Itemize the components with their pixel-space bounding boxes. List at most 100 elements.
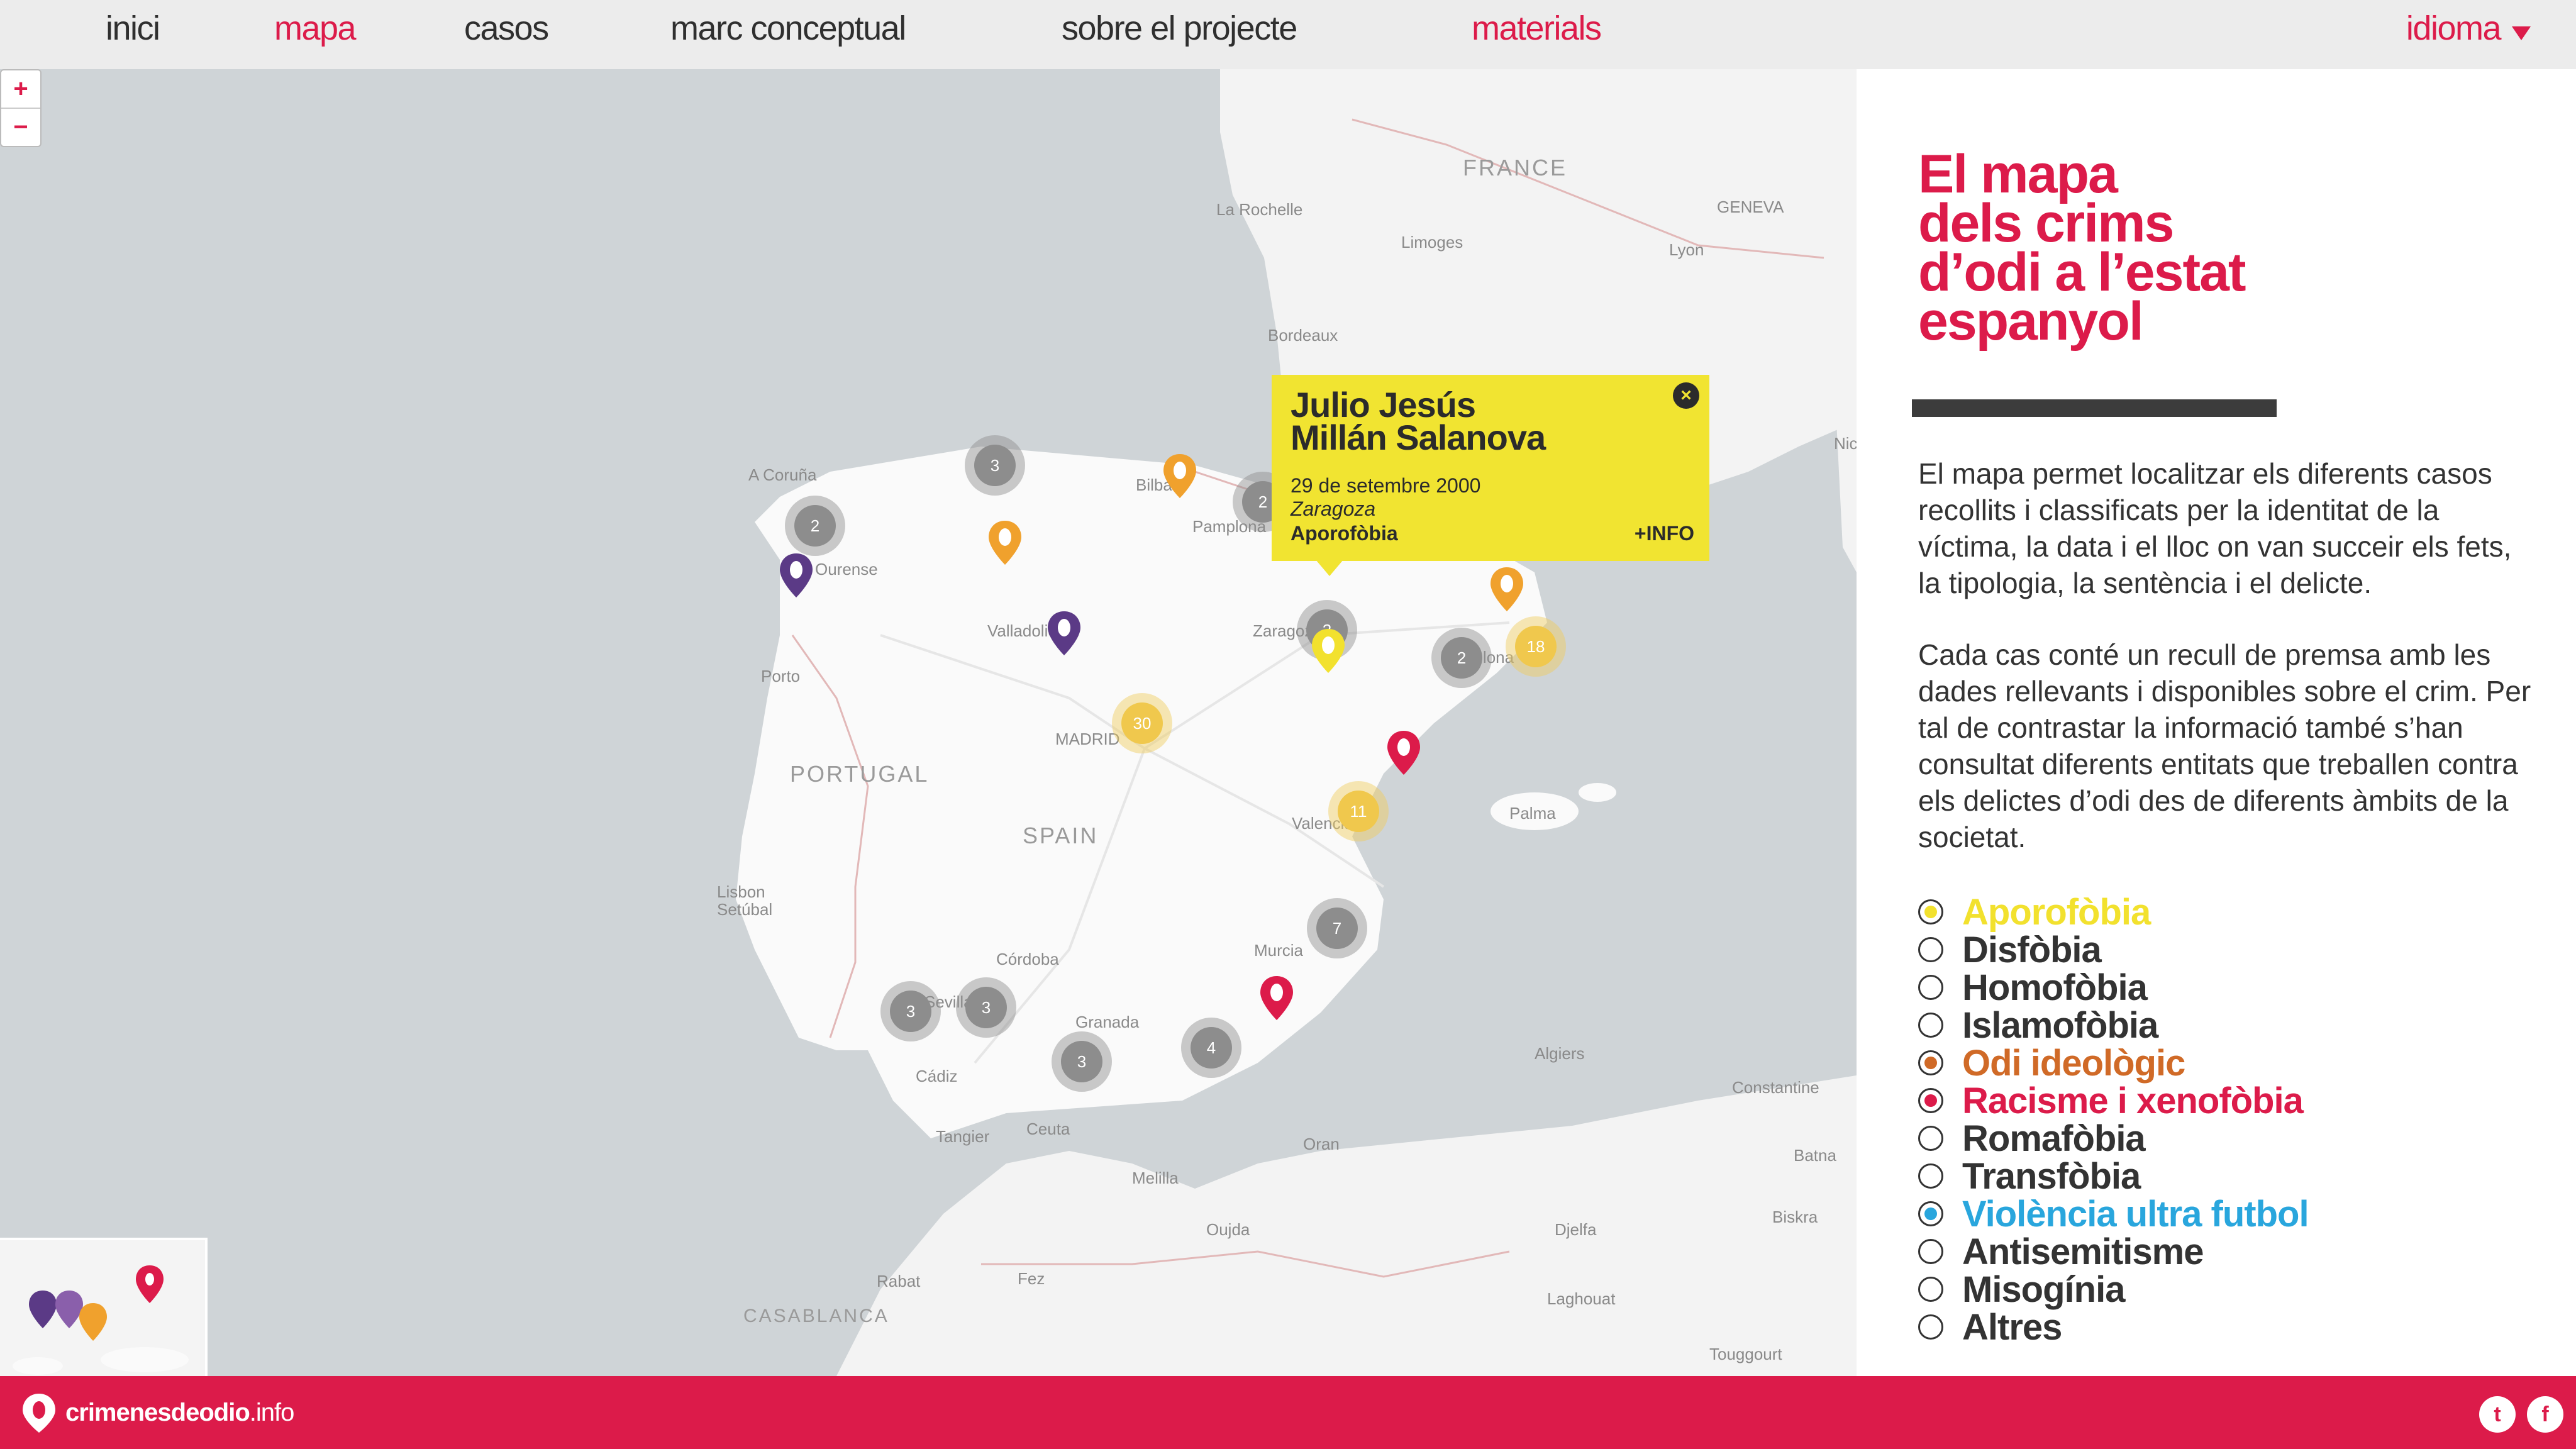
place-label: Ourense xyxy=(815,560,878,579)
filter-item[interactable]: Misogínia xyxy=(1918,1269,2309,1310)
zoom-in-button[interactable]: + xyxy=(1,70,40,108)
place-label: Nic xyxy=(1834,434,1857,453)
filter-item[interactable]: Racisme i xenofòbia xyxy=(1918,1080,2309,1121)
case-cluster[interactable]: 2 xyxy=(785,496,845,556)
case-cluster[interactable]: 18 xyxy=(1506,616,1566,677)
filter-item[interactable]: Altres xyxy=(1918,1307,2309,1348)
nav-item-materials[interactable]: materials xyxy=(1472,9,1602,48)
case-pin[interactable] xyxy=(1162,453,1197,501)
place-label: Bordeaux xyxy=(1268,326,1338,345)
site-logo[interactable]: crimenesdeodio.info xyxy=(65,1399,294,1427)
title-divider xyxy=(1912,399,2277,417)
filter-label: Misogínia xyxy=(1962,1269,2125,1310)
basemap xyxy=(736,69,1857,1376)
case-pin[interactable] xyxy=(1259,975,1294,1023)
place-label: Biskra xyxy=(1772,1208,1818,1226)
place-label: Rabat xyxy=(877,1272,921,1291)
radio-dot xyxy=(1924,1057,1937,1069)
map-canvas[interactable]: FRANCE PORTUGAL SPAIN MADRID La Rochelle… xyxy=(0,69,1857,1376)
case-pin[interactable] xyxy=(1046,610,1082,658)
nav-item-sobre-el-projecte[interactable]: sobre el projecte xyxy=(1062,9,1297,48)
filter-item[interactable]: Romafòbia xyxy=(1918,1118,2309,1159)
place-label: Granada xyxy=(1075,1013,1140,1031)
case-cluster[interactable]: 3 xyxy=(956,977,1016,1038)
filter-item[interactable]: Disfòbia xyxy=(1918,929,2309,970)
radio-button[interactable] xyxy=(1918,1163,1943,1189)
filter-item[interactable]: Odi ideològic xyxy=(1918,1042,2309,1084)
filter-item[interactable]: Violència ultra futbol xyxy=(1918,1193,2309,1235)
case-pin[interactable] xyxy=(987,519,1023,567)
canary-islands-inset[interactable] xyxy=(0,1238,208,1379)
filter-label: Disfòbia xyxy=(1962,929,2102,970)
filter-item[interactable]: Homofòbia xyxy=(1918,967,2309,1008)
filter-label: Transfòbia xyxy=(1962,1155,2141,1197)
filter-item[interactable]: Transfòbia xyxy=(1918,1155,2309,1197)
place-label: Fez xyxy=(1018,1269,1045,1288)
radio-button[interactable] xyxy=(1918,1050,1943,1075)
nav-item-inici[interactable]: inici xyxy=(106,9,160,48)
radio-button[interactable] xyxy=(1918,1277,1943,1302)
place-label: Melilla xyxy=(1132,1169,1179,1187)
place-label: PORTUGAL xyxy=(790,761,930,787)
filter-item[interactable]: Islamofòbia xyxy=(1918,1005,2309,1046)
case-cluster[interactable]: 3 xyxy=(1052,1031,1112,1092)
twitter-icon[interactable]: t xyxy=(2479,1396,2516,1433)
filter-item[interactable]: Aporofòbia xyxy=(1918,891,2309,933)
popup-pointer xyxy=(1316,560,1343,576)
more-info-link[interactable]: +INFO xyxy=(1635,522,1694,545)
filter-label: Violència ultra futbol xyxy=(1962,1193,2309,1235)
radio-button[interactable] xyxy=(1918,1201,1943,1226)
case-cluster[interactable]: 7 xyxy=(1307,898,1367,958)
radio-button[interactable] xyxy=(1918,1088,1943,1113)
radio-dot xyxy=(1924,1094,1937,1107)
place-label: Lyon xyxy=(1669,240,1704,259)
nav-item-marc-conceptual[interactable]: marc conceptual xyxy=(670,9,906,48)
filter-label: Homofòbia xyxy=(1962,967,2148,1008)
inset-map xyxy=(13,1265,189,1375)
radio-button[interactable] xyxy=(1918,1126,1943,1151)
caret-down-icon[interactable] xyxy=(2512,26,2531,40)
case-cluster[interactable]: 3 xyxy=(880,981,941,1041)
radio-button[interactable] xyxy=(1918,937,1943,962)
place-label: Palma xyxy=(1509,804,1556,823)
radio-button[interactable] xyxy=(1918,1239,1943,1264)
language-selector[interactable]: idioma xyxy=(2406,9,2502,48)
case-pin[interactable] xyxy=(779,552,814,600)
map-pin-logo-icon[interactable] xyxy=(20,1392,58,1434)
place-label: Laghouat xyxy=(1547,1289,1616,1308)
case-cluster[interactable]: 30 xyxy=(1112,693,1172,753)
zoom-out-button[interactable]: − xyxy=(1,108,40,146)
radio-button[interactable] xyxy=(1918,1314,1943,1340)
filter-label: Odi ideològic xyxy=(1962,1042,2185,1084)
radio-button[interactable] xyxy=(1918,1013,1943,1038)
case-cluster[interactable]: 4 xyxy=(1181,1018,1241,1078)
case-cluster[interactable]: 2 xyxy=(1431,628,1492,688)
case-pin[interactable] xyxy=(1489,566,1524,614)
filter-label: Antisemitisme xyxy=(1962,1231,2204,1272)
facebook-icon[interactable]: f xyxy=(2527,1396,2563,1433)
case-cluster[interactable]: 11 xyxy=(1328,781,1389,841)
case-cluster[interactable]: 3 xyxy=(965,435,1025,496)
radio-button[interactable] xyxy=(1918,975,1943,1000)
place-label: MADRID xyxy=(1055,730,1120,748)
case-pin[interactable] xyxy=(1386,730,1421,777)
filter-item[interactable]: Antisemitisme xyxy=(1918,1231,2309,1272)
intro-paragraph: Cada cas conté un recull de premsa amb l… xyxy=(1918,638,2531,853)
close-icon[interactable]: × xyxy=(1673,382,1699,409)
place-label: CASABLANCA xyxy=(743,1306,889,1326)
place-label: FRANCE xyxy=(1463,155,1568,180)
case-date: 29 de setembre 2000 xyxy=(1291,474,1481,497)
case-popup[interactable]: Julio Jesús Millán Salanova 29 de setemb… xyxy=(1272,375,1709,561)
filter-label: Aporofòbia xyxy=(1962,891,2151,933)
nav-item-casos[interactable]: casos xyxy=(464,9,549,48)
category-filter-list: Aporofòbia Disfòbia Homofòbia Islamofòbia Od… xyxy=(1918,891,2309,1348)
footer: crimenesdeodio.info t f xyxy=(0,1376,2576,1449)
place-label: Ceuta xyxy=(1026,1119,1070,1138)
place-label: La Rochelle xyxy=(1216,200,1303,219)
radio-button[interactable] xyxy=(1918,899,1943,924)
top-navigation: inici mapa casos marc conceptual sobre e… xyxy=(0,0,2576,69)
nav-item-mapa[interactable]: mapa xyxy=(274,9,357,48)
radio-dot xyxy=(1924,1208,1937,1220)
case-pin-selected[interactable] xyxy=(1311,628,1346,675)
place-label: Porto xyxy=(761,667,801,686)
